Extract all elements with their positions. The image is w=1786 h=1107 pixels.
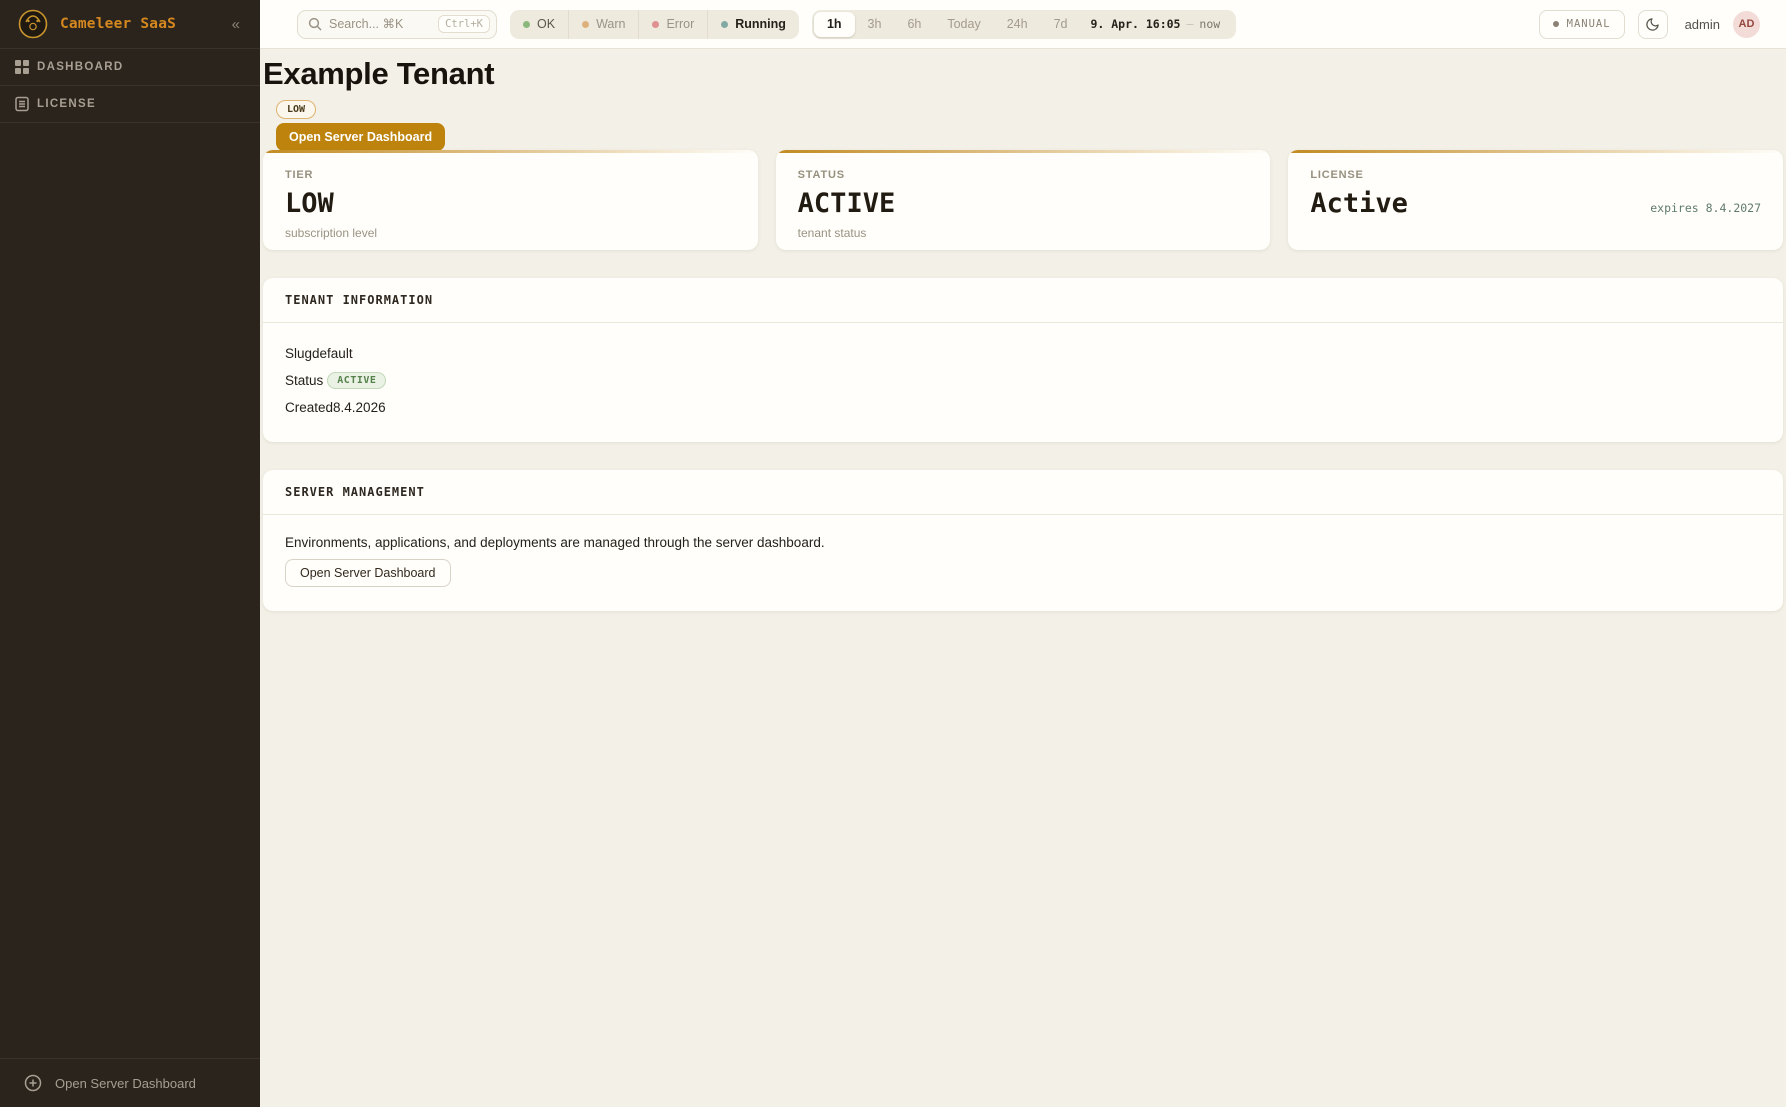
info-row-status: Status ACTIVE bbox=[285, 370, 1761, 391]
panel-header: SERVER MANAGEMENT bbox=[263, 470, 1783, 515]
license-expiry: expires 8.4.2027 bbox=[1650, 201, 1761, 215]
tier-badge: LOW bbox=[276, 100, 316, 119]
sidebar-header: Cameleer SaaS « bbox=[0, 0, 260, 49]
time-from: 9. Apr. 16:05 bbox=[1090, 17, 1180, 31]
search-shortcut-kbd: Ctrl+K bbox=[438, 15, 490, 33]
license-card: LICENSE Active expires 8.4.2027 bbox=[1288, 150, 1783, 250]
sidebar-item-license[interactable]: LICENSE bbox=[0, 86, 260, 123]
time-range-24h[interactable]: 24h bbox=[994, 12, 1041, 37]
stat-card-sub: subscription level bbox=[285, 226, 736, 240]
refresh-mode-label: MANUAL bbox=[1567, 18, 1611, 30]
info-label: Created bbox=[285, 400, 333, 415]
app-window: Cameleer SaaS « DASHBOARD bbox=[0, 0, 1786, 1107]
brand-name: Cameleer SaaS bbox=[60, 16, 228, 32]
dashboard-grid-icon bbox=[14, 59, 30, 75]
moon-icon bbox=[1645, 17, 1660, 32]
filter-warn[interactable]: Warn bbox=[569, 10, 639, 39]
server-management-panel: SERVER MANAGEMENT Environments, applicat… bbox=[263, 470, 1783, 611]
sidebar-collapse-button[interactable]: « bbox=[228, 14, 244, 35]
page-content: Example Tenant LOW Open Server Dashboard… bbox=[260, 49, 1786, 1107]
theme-toggle-button[interactable] bbox=[1638, 10, 1668, 39]
open-server-dashboard-button[interactable]: Open Server Dashboard bbox=[276, 123, 445, 151]
stat-card-value: LOW bbox=[285, 188, 334, 219]
user-name: admin bbox=[1685, 17, 1720, 32]
info-value: default bbox=[312, 346, 353, 361]
status-badge: ACTIVE bbox=[327, 372, 386, 389]
refresh-mode-dot bbox=[1553, 21, 1559, 27]
status-card: STATUS ACTIVE tenant status bbox=[776, 150, 1271, 250]
panel-title: TENANT INFORMATION bbox=[285, 293, 433, 307]
sidebar-open-server-dashboard[interactable]: Open Server Dashboard bbox=[0, 1059, 260, 1107]
info-label: Status bbox=[285, 373, 323, 388]
main-area: Ctrl+K OK Warn Error Running bbox=[260, 0, 1786, 1107]
panel-body: Environments, applications, and deployme… bbox=[263, 515, 1783, 611]
time-to: now bbox=[1199, 17, 1220, 31]
search-input[interactable] bbox=[329, 17, 431, 31]
info-value: 8.4.2026 bbox=[333, 400, 386, 415]
sidebar-item-label: LICENSE bbox=[37, 98, 96, 110]
license-document-icon bbox=[14, 96, 30, 112]
info-row-created: Created8.4.2026 bbox=[285, 397, 1761, 418]
avatar[interactable]: AD bbox=[1733, 11, 1760, 38]
time-range-3h[interactable]: 3h bbox=[855, 12, 895, 37]
filter-error[interactable]: Error bbox=[639, 10, 708, 39]
stat-card-label: STATUS bbox=[798, 169, 1249, 181]
info-row-slug: Slugdefault bbox=[285, 343, 1761, 364]
filter-label: Error bbox=[666, 17, 694, 31]
sidebar-item-dashboard[interactable]: DASHBOARD bbox=[0, 49, 260, 86]
sidebar-item-label: DASHBOARD bbox=[37, 61, 123, 73]
server-management-description: Environments, applications, and deployme… bbox=[285, 535, 1761, 550]
filter-ok[interactable]: OK bbox=[510, 10, 569, 39]
circle-plus-icon bbox=[24, 1074, 42, 1092]
tier-card: TIER LOW subscription level bbox=[263, 150, 758, 250]
info-label: Slug bbox=[285, 346, 312, 361]
ok-status-dot bbox=[523, 21, 530, 28]
running-status-dot bbox=[721, 21, 728, 28]
filter-running[interactable]: Running bbox=[708, 10, 799, 39]
stat-card-label: TIER bbox=[285, 169, 736, 181]
open-server-dashboard-secondary-button[interactable]: Open Server Dashboard bbox=[285, 559, 451, 587]
panel-body: Slugdefault Status ACTIVE Created8.4.202… bbox=[263, 323, 1783, 442]
time-range-display[interactable]: 9. Apr. 16:05 — now bbox=[1080, 17, 1234, 31]
sidebar-footer-label: Open Server Dashboard bbox=[55, 1076, 196, 1091]
time-range-today[interactable]: Today bbox=[934, 12, 993, 37]
refresh-mode-button[interactable]: MANUAL bbox=[1539, 10, 1625, 39]
search-icon bbox=[308, 17, 322, 31]
time-range-6h[interactable]: 6h bbox=[894, 12, 934, 37]
page-title: Example Tenant bbox=[263, 56, 1783, 92]
sidebar-footer: Open Server Dashboard bbox=[0, 1058, 260, 1107]
stat-cards-row: TIER LOW subscription level STATUS ACTIV… bbox=[263, 150, 1783, 250]
panel-header: TENANT INFORMATION bbox=[263, 278, 1783, 323]
time-range-1h[interactable]: 1h bbox=[814, 12, 855, 37]
stat-card-sub: tenant status bbox=[798, 226, 1249, 240]
sidebar: Cameleer SaaS « DASHBOARD bbox=[0, 0, 260, 1107]
topbar: Ctrl+K OK Warn Error Running bbox=[260, 0, 1786, 49]
search-box[interactable]: Ctrl+K bbox=[297, 10, 497, 39]
panel-title: SERVER MANAGEMENT bbox=[285, 485, 425, 499]
stat-card-label: LICENSE bbox=[1310, 169, 1761, 181]
filter-label: Warn bbox=[596, 17, 625, 31]
filter-label: Running bbox=[735, 17, 786, 31]
error-status-dot bbox=[652, 21, 659, 28]
status-filter-group: OK Warn Error Running bbox=[510, 10, 799, 39]
warn-status-dot bbox=[582, 21, 589, 28]
tenant-information-panel: TENANT INFORMATION Slugdefault Status AC… bbox=[263, 278, 1783, 442]
stat-card-value: Active bbox=[1310, 188, 1408, 219]
time-separator: — bbox=[1186, 17, 1193, 31]
time-range-7d[interactable]: 7d bbox=[1041, 12, 1081, 37]
brand-logo-icon bbox=[18, 9, 48, 39]
stat-card-value: ACTIVE bbox=[798, 188, 896, 219]
filter-label: OK bbox=[537, 17, 555, 31]
time-range-group: 1h 3h 6h Today 24h 7d 9. Apr. 16:05 — no… bbox=[812, 10, 1236, 39]
sidebar-nav: DASHBOARD LICENSE bbox=[0, 49, 260, 123]
